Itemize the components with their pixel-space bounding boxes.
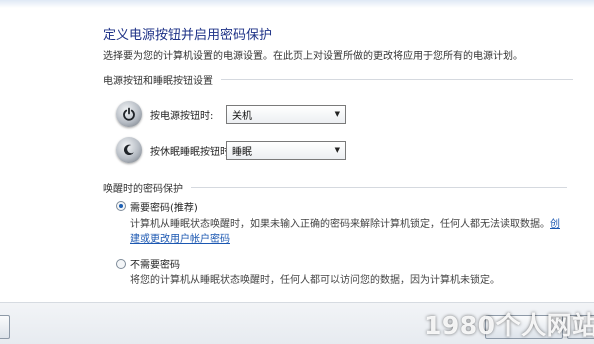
no-password-label[interactable]: 不需要密码 (130, 256, 180, 271)
no-password-radio[interactable] (116, 259, 126, 269)
require-password-label[interactable]: 需要密码(推荐) (130, 199, 198, 214)
sleep-button-label: 按休眠睡眠按钮时: (150, 146, 234, 158)
power-section-header: 电源按钮和睡眠按钮设置 (103, 72, 573, 87)
no-password-description: 将您的计算机从睡眠状态唤醒时，任何人都可以访问您的数据，因为计算机未锁定。 (130, 275, 500, 286)
sleep-button-action-select[interactable]: 睡眠 ▼ (226, 140, 346, 160)
require-password-desc-text: 计算机从睡眠状态唤醒时，如果未输入正确的密码来解除计算机锁定，任何人都无法读取数… (130, 219, 550, 230)
chevron-down-icon: ▼ (334, 146, 340, 154)
window-top-border (0, 0, 594, 8)
power-button-row: 按电源按钮时: 关机 ▼ (116, 101, 346, 127)
section-divider (191, 187, 567, 188)
require-password-description: 计算机从睡眠状态唤醒时，如果未输入正确的密码来解除计算机锁定，任何人都无法读取数… (130, 215, 560, 230)
password-section-header: 唤醒时的密码保护 (103, 180, 567, 195)
sleep-button-action-value: 睡眠 (232, 146, 252, 158)
power-section-title: 电源按钮和睡眠按钮设置 (103, 76, 213, 87)
change-password-link[interactable]: 创 (550, 219, 560, 230)
change-password-link[interactable]: 建或更改用户帐户密码 (130, 234, 230, 245)
power-button-label: 按电源按钮时: (150, 110, 214, 122)
sleep-button-icon (116, 137, 142, 163)
chevron-down-icon: ▼ (334, 110, 340, 118)
page-title: 定义电源按钮并启用密码保护 (103, 28, 273, 43)
require-password-radio[interactable] (116, 201, 126, 211)
require-password-link-line: 建或更改用户帐户密码 (130, 230, 230, 245)
section-divider (221, 79, 573, 80)
site-watermark: 1980个人网站 (424, 311, 594, 340)
password-section-title: 唤醒时的密码保护 (103, 184, 183, 195)
power-button-icon (116, 101, 142, 127)
sleep-button-row: 按休眠睡眠按钮时: 睡眠 ▼ (116, 137, 346, 163)
bottom-button-left-partial[interactable] (0, 315, 10, 339)
radio-selected-dot (119, 204, 123, 208)
power-button-action-value: 关机 (232, 110, 252, 122)
power-button-action-select[interactable]: 关机 ▼ (226, 104, 346, 124)
page-description: 选择要为您的计算机设置的电源设置。在此页上对设置所做的更改将应用于您所有的电源计… (103, 51, 523, 62)
